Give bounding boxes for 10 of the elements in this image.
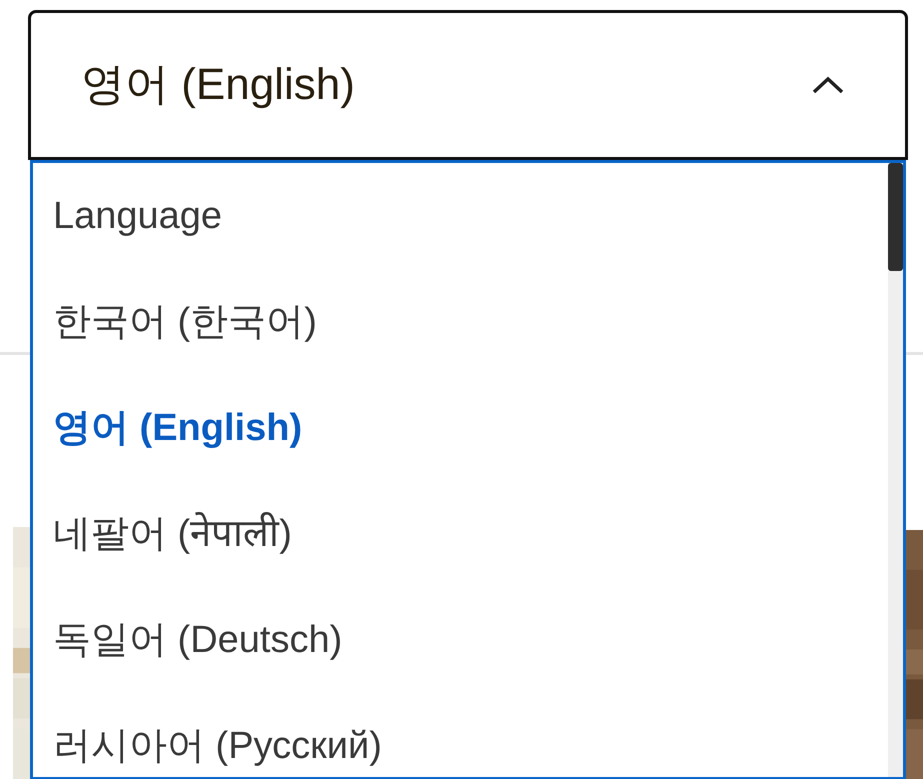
language-select[interactable]: 영어 (English) bbox=[28, 10, 908, 160]
language-option[interactable]: 영어 (English) bbox=[33, 375, 888, 481]
language-option[interactable]: 러시아어 (Русский) bbox=[33, 693, 888, 779]
language-option[interactable]: Language bbox=[33, 163, 888, 269]
language-option[interactable]: 네팔어 (नेपाली) bbox=[33, 481, 888, 587]
language-option[interactable]: 한국어 (한국어) bbox=[33, 269, 888, 375]
scrollbar-track[interactable] bbox=[888, 163, 903, 777]
language-option[interactable]: 독일어 (Deutsch) bbox=[33, 587, 888, 693]
chevron-up-icon bbox=[811, 75, 845, 95]
scrollbar-thumb[interactable] bbox=[888, 163, 903, 271]
